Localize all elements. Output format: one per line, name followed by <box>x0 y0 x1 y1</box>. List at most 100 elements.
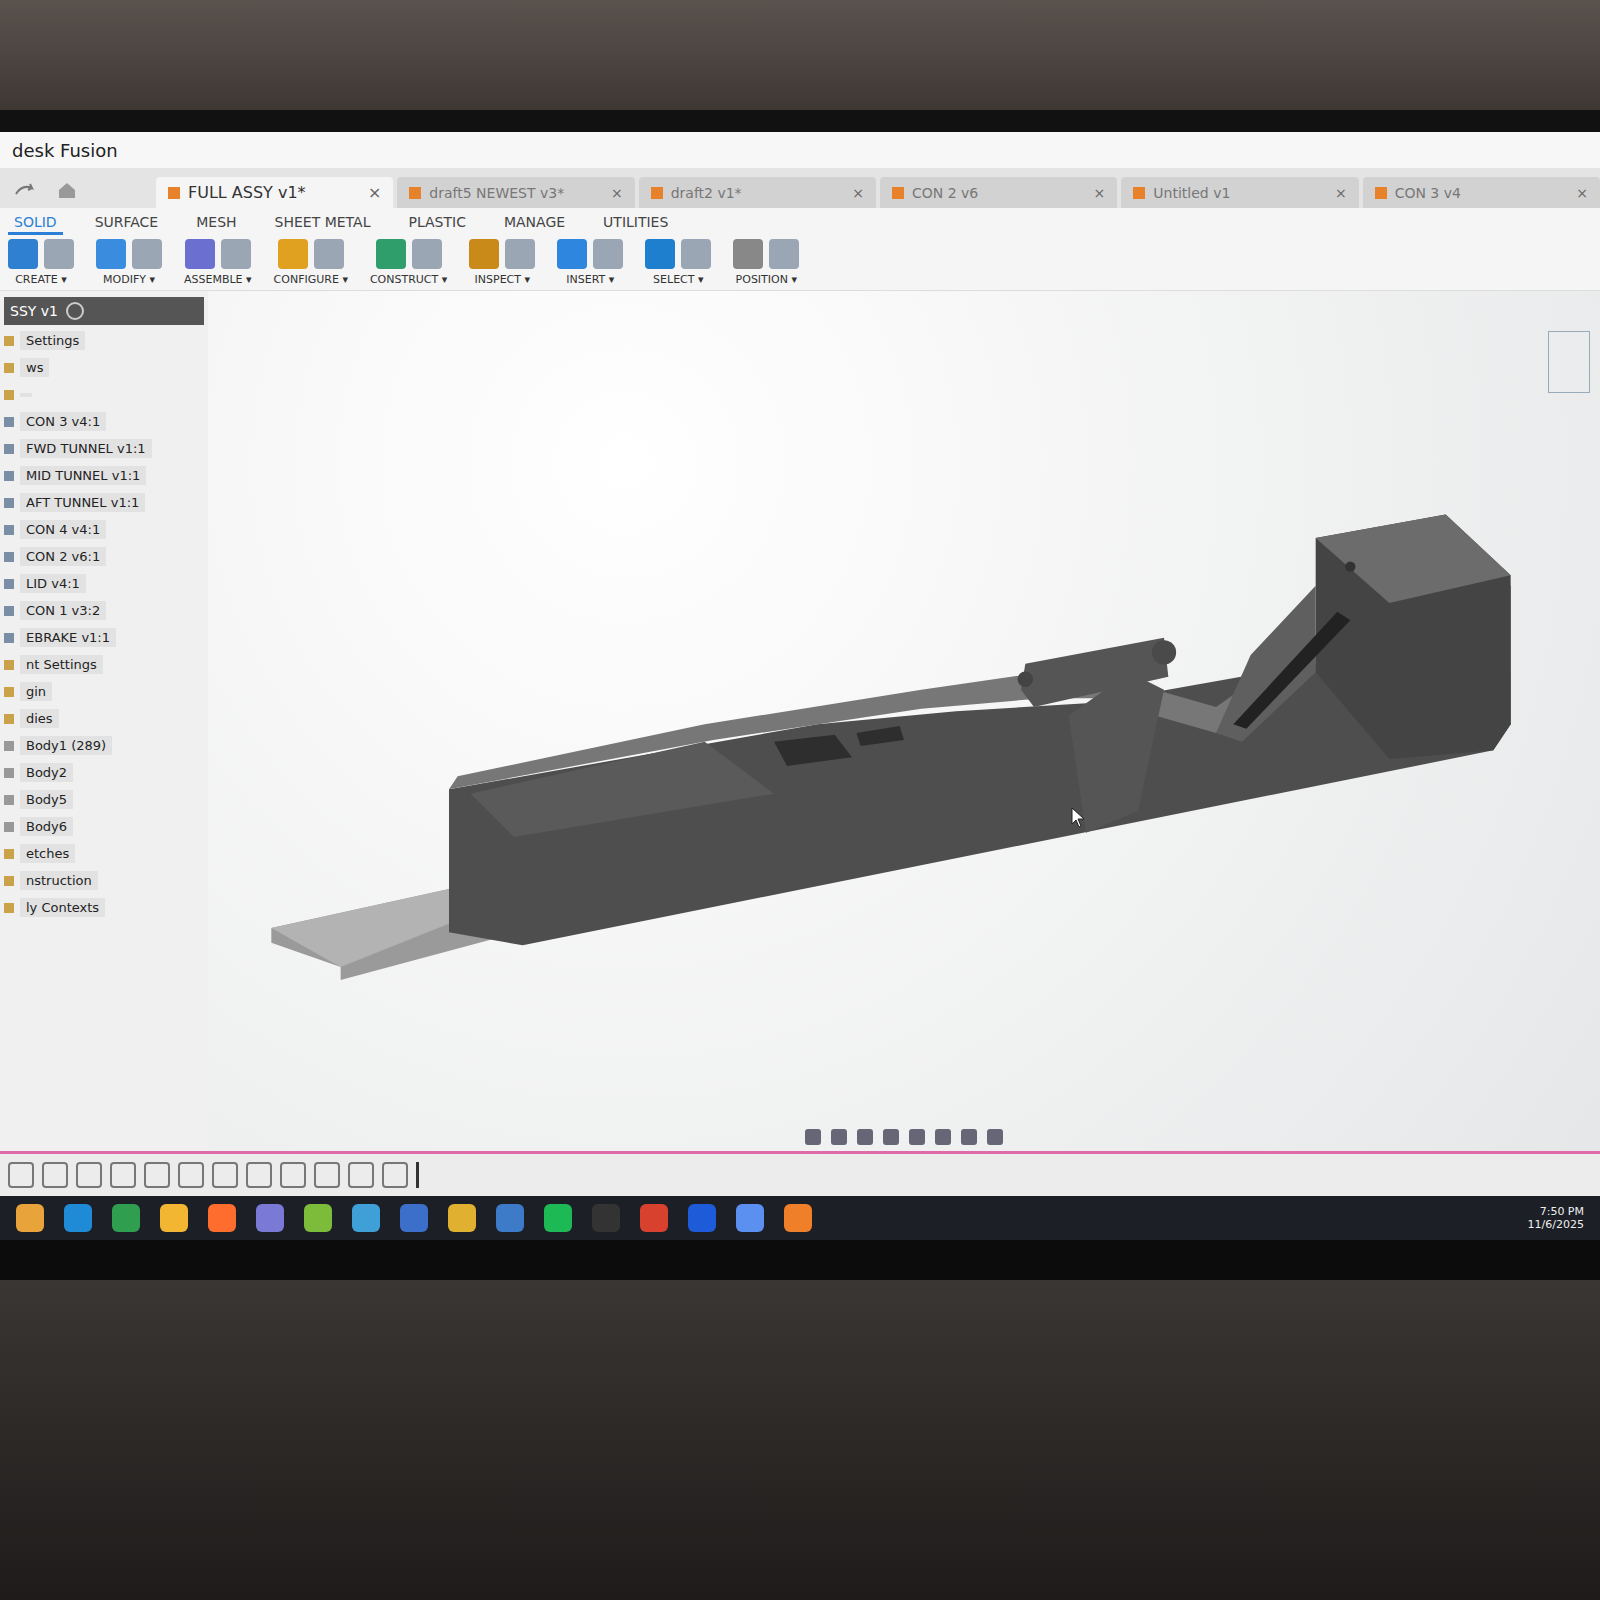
close-tab-button[interactable]: × <box>852 185 864 201</box>
timeline-feature-icon[interactable] <box>314 1162 340 1188</box>
close-tab-button[interactable]: × <box>1094 185 1106 201</box>
taskbar-app-icon[interactable] <box>496 1204 524 1232</box>
taskbar-app-icon[interactable] <box>784 1204 812 1232</box>
browser-item[interactable]: Body2 <box>4 761 204 784</box>
browser-root[interactable]: SSY v1 <box>4 297 204 325</box>
taskbar-app-icon[interactable] <box>64 1204 92 1232</box>
document-tab[interactable]: draft2 v1* × <box>639 177 876 208</box>
tool-group[interactable]: ASSEMBLE ▾ <box>184 239 252 286</box>
timeline-feature-icon[interactable] <box>348 1162 374 1188</box>
browser-item[interactable]: FWD TUNNEL v1:1 <box>4 437 204 460</box>
tool-icon[interactable] <box>645 239 675 269</box>
taskbar-app-icon[interactable] <box>448 1204 476 1232</box>
tool-icon[interactable] <box>278 239 308 269</box>
tool-icon[interactable] <box>96 239 126 269</box>
workspace-tab[interactable]: MESH <box>190 212 242 235</box>
tool-icon[interactable] <box>505 239 535 269</box>
workspace-tab[interactable]: MANAGE <box>498 212 571 235</box>
workspace-tab[interactable]: SHEET METAL <box>269 212 377 235</box>
undo-redo[interactable] <box>0 172 156 208</box>
viewport[interactable] <box>208 291 1600 1151</box>
tool-icon[interactable] <box>412 239 442 269</box>
browser-item[interactable]: nt Settings <box>4 653 204 676</box>
browser-item[interactable]: Settings <box>4 329 204 352</box>
browser-item[interactable]: LID v4:1 <box>4 572 204 595</box>
close-tab-button[interactable]: × <box>611 185 623 201</box>
taskbar-app-icon[interactable] <box>544 1204 572 1232</box>
browser-item[interactable]: ly Contexts <box>4 896 204 919</box>
tool-icon[interactable] <box>8 239 38 269</box>
document-tab[interactable]: CON 2 v6 × <box>880 177 1117 208</box>
taskbar-app-icon[interactable] <box>256 1204 284 1232</box>
taskbar-app-icon[interactable] <box>16 1204 44 1232</box>
navigation-icon[interactable] <box>961 1129 977 1145</box>
tool-icon[interactable] <box>132 239 162 269</box>
taskbar-app-icon[interactable] <box>400 1204 428 1232</box>
taskbar-app-icon[interactable] <box>352 1204 380 1232</box>
browser-item[interactable]: MID TUNNEL v1:1 <box>4 464 204 487</box>
browser-item[interactable]: Body6 <box>4 815 204 838</box>
navigation-icon[interactable] <box>883 1129 899 1145</box>
taskbar-app-icon[interactable] <box>208 1204 236 1232</box>
browser-item[interactable]: Body1 (289) <box>4 734 204 757</box>
navigation-icon[interactable] <box>805 1129 821 1145</box>
browser-item[interactable]: AFT TUNNEL v1:1 <box>4 491 204 514</box>
close-tab-button[interactable]: × <box>368 183 381 202</box>
taskbar-app-icon[interactable] <box>160 1204 188 1232</box>
browser-item[interactable]: nstruction <box>4 869 204 892</box>
tool-icon[interactable] <box>733 239 763 269</box>
console-model[interactable] <box>228 311 1580 1103</box>
timeline-feature-icon[interactable] <box>144 1162 170 1188</box>
taskbar-app-icon[interactable] <box>112 1204 140 1232</box>
tool-icon[interactable] <box>221 239 251 269</box>
browser-item[interactable]: ws <box>4 356 204 379</box>
browser-item[interactable]: CON 1 v3:2 <box>4 599 204 622</box>
timeline-feature-icon[interactable] <box>178 1162 204 1188</box>
close-tab-button[interactable]: × <box>1576 185 1588 201</box>
tool-group[interactable]: INSPECT ▾ <box>469 239 535 286</box>
tool-icon[interactable] <box>314 239 344 269</box>
browser-item[interactable]: EBRAKE v1:1 <box>4 626 204 649</box>
tool-icon[interactable] <box>557 239 587 269</box>
browser-item[interactable] <box>4 383 204 406</box>
home-icon[interactable] <box>56 180 78 200</box>
tool-icon[interactable] <box>681 239 711 269</box>
browser-item[interactable]: dies <box>4 707 204 730</box>
taskbar-app-icon[interactable] <box>736 1204 764 1232</box>
timeline-feature-icon[interactable] <box>246 1162 272 1188</box>
tool-group[interactable]: CONFIGURE ▾ <box>274 239 348 286</box>
tool-icon[interactable] <box>469 239 499 269</box>
browser-item[interactable]: CON 2 v6:1 <box>4 545 204 568</box>
navigation-icon[interactable] <box>987 1129 1003 1145</box>
document-tab[interactable]: CON 3 v4 × <box>1363 177 1600 208</box>
document-tab[interactable]: Untitled v1 × <box>1121 177 1358 208</box>
timeline-feature-icon[interactable] <box>212 1162 238 1188</box>
tool-icon[interactable] <box>376 239 406 269</box>
timeline-marker[interactable] <box>416 1162 419 1188</box>
browser-item[interactable]: CON 3 v4:1 <box>4 410 204 433</box>
timeline-feature-icon[interactable] <box>382 1162 408 1188</box>
document-tab[interactable]: FULL ASSY v1* × <box>156 177 393 208</box>
timeline-feature-icon[interactable] <box>280 1162 306 1188</box>
viewcube[interactable] <box>1548 331 1590 393</box>
browser-item[interactable]: etches <box>4 842 204 865</box>
workspace-tab[interactable]: SURFACE <box>89 212 165 235</box>
tool-group[interactable]: CONSTRUCT ▾ <box>370 239 447 286</box>
workspace-tab[interactable]: SOLID <box>8 212 63 235</box>
workspace-tab[interactable]: PLASTIC <box>402 212 471 235</box>
taskbar-app-icon[interactable] <box>688 1204 716 1232</box>
document-tab[interactable]: draft5 NEWEST v3* × <box>397 177 634 208</box>
browser-item[interactable]: Body5 <box>4 788 204 811</box>
redo-icon[interactable] <box>8 180 48 200</box>
tool-group[interactable]: MODIFY ▾ <box>96 239 162 286</box>
eye-icon[interactable] <box>66 302 84 320</box>
timeline-feature-icon[interactable] <box>110 1162 136 1188</box>
tool-group[interactable]: POSITION ▾ <box>733 239 799 286</box>
taskbar-app-icon[interactable] <box>304 1204 332 1232</box>
tool-group[interactable]: SELECT ▾ <box>645 239 711 286</box>
timeline-feature-icon[interactable] <box>8 1162 34 1188</box>
navigation-icon[interactable] <box>857 1129 873 1145</box>
browser-item[interactable]: gin <box>4 680 204 703</box>
navigation-icon[interactable] <box>909 1129 925 1145</box>
navigation-icon[interactable] <box>831 1129 847 1145</box>
